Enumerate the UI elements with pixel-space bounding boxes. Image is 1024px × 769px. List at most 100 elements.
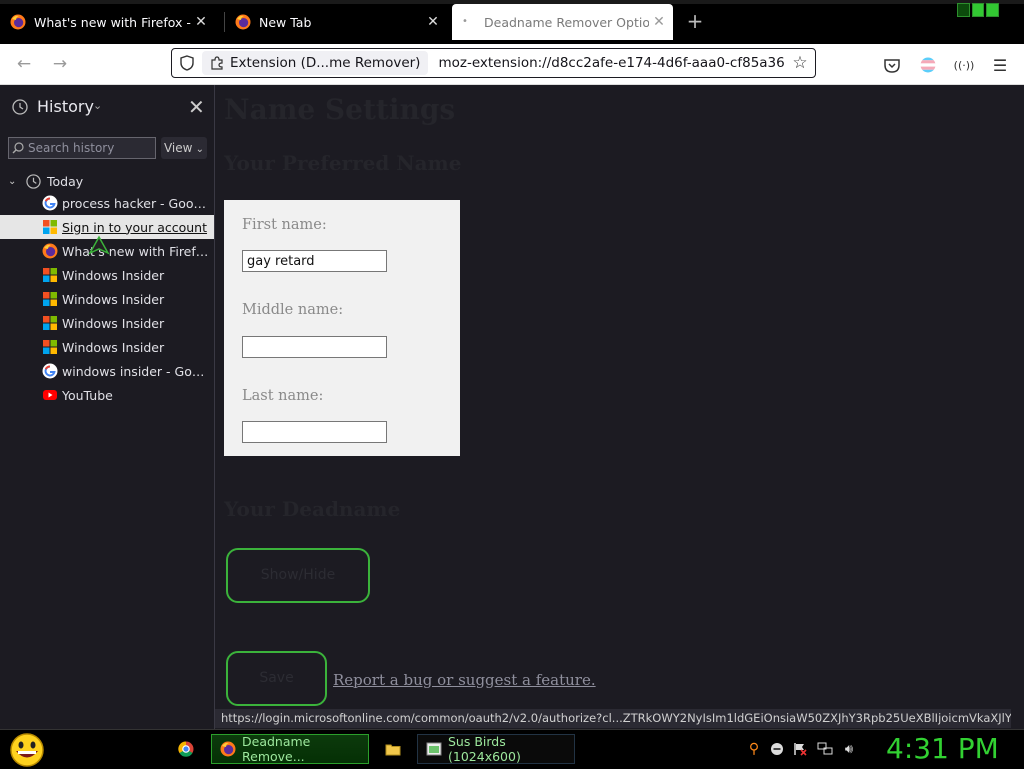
group-label: Today bbox=[47, 173, 84, 189]
window-controls[interactable] bbox=[957, 3, 1000, 19]
microsoft-icon bbox=[43, 220, 57, 234]
close-tab-icon[interactable]: ✕ bbox=[191, 14, 211, 30]
game-window-icon bbox=[426, 742, 442, 756]
hamburger-menu-icon[interactable]: ☰ bbox=[991, 56, 1009, 75]
new-tab-plus-icon[interactable]: + bbox=[684, 10, 706, 32]
history-item[interactable]: Windows Insider bbox=[0, 263, 214, 287]
back-arrow-icon[interactable]: ← bbox=[13, 54, 35, 74]
broadcast-extension-icon[interactable]: ((·)) bbox=[954, 56, 975, 74]
extension-identity-box[interactable]: Extension (D...me Remover) bbox=[202, 51, 429, 75]
history-item[interactable]: Windows Insider bbox=[0, 335, 214, 359]
network-tray-icon[interactable] bbox=[817, 741, 833, 757]
firefox-icon bbox=[220, 741, 236, 757]
history-item-label: process hacker - Google S... bbox=[62, 195, 210, 211]
puzzle-piece-icon bbox=[211, 56, 223, 70]
close-tab-icon[interactable]: ✕ bbox=[649, 14, 669, 30]
options-page: Name Settings Your Preferred Name First … bbox=[215, 85, 1024, 729]
microsoft-icon bbox=[43, 316, 57, 330]
maximize-button[interactable] bbox=[971, 3, 985, 17]
search-input[interactable] bbox=[28, 141, 152, 155]
microsoft-icon bbox=[43, 340, 57, 354]
microsoft-icon bbox=[43, 268, 57, 282]
url-text[interactable]: moz-extension://d8cc2afe-e174-4d6f-aaa0-… bbox=[438, 55, 785, 71]
history-item-label: What's new with Firefox - ... bbox=[62, 243, 210, 259]
search-icon bbox=[12, 142, 24, 154]
smiley-start-button-icon[interactable] bbox=[8, 732, 46, 768]
tab-firefox-whats-new[interactable]: What's new with Firefox - More ✕ bbox=[0, 4, 215, 40]
google-icon bbox=[42, 195, 58, 211]
report-bug-link[interactable]: Report a bug or suggest a feature. bbox=[333, 671, 596, 689]
flag-tray-icon[interactable] bbox=[792, 741, 808, 757]
chevron-down-icon[interactable]: ⌄ bbox=[8, 176, 20, 187]
chevron-down-icon: ⌄ bbox=[192, 144, 205, 155]
middle-name-field[interactable] bbox=[242, 336, 387, 358]
tab-deadname-remover-options[interactable]: • Deadname Remover Options ✕ bbox=[452, 4, 673, 40]
history-item[interactable]: process hacker - Google S... bbox=[0, 191, 214, 215]
minimize-button[interactable] bbox=[957, 3, 970, 17]
last-name-field[interactable] bbox=[242, 421, 387, 443]
preferred-name-form: First name: Middle name: Last name: bbox=[224, 200, 460, 456]
mouse-cursor-icon bbox=[88, 235, 110, 255]
page-title: Name Settings bbox=[224, 93, 456, 126]
view-dropdown-button[interactable]: View ⌄ bbox=[161, 137, 207, 159]
taskbar-sus-birds-button[interactable]: Sus Birds (1024x600) bbox=[417, 734, 575, 764]
history-item-label: Sign in to your account bbox=[62, 219, 208, 235]
history-sidebar: History ⌄ ✕ View ⌄ ⌄ Today process hacke… bbox=[0, 85, 215, 729]
show-hide-button[interactable]: Show/Hide bbox=[226, 548, 370, 603]
first-name-field[interactable] bbox=[242, 250, 387, 272]
tab-strip: What's new with Firefox - More ✕ New Tab… bbox=[0, 0, 1024, 44]
tab-title: What's new with Firefox - More bbox=[34, 14, 191, 30]
close-tab-icon[interactable]: ✕ bbox=[423, 14, 443, 30]
extension-dot-icon: • bbox=[462, 16, 468, 27]
save-button[interactable]: Save bbox=[226, 651, 327, 706]
volume-speaker-icon[interactable]: 🔊︎ bbox=[841, 741, 857, 757]
firefox-icon bbox=[42, 243, 58, 259]
close-window-button[interactable] bbox=[986, 3, 1000, 17]
tracking-protection-shield-icon[interactable] bbox=[172, 55, 202, 71]
taskbar-firefox-button[interactable]: Deadname Remove... bbox=[211, 734, 369, 764]
history-item[interactable]: Windows Insider bbox=[0, 287, 214, 311]
chevron-down-icon[interactable]: ⌄ bbox=[93, 99, 102, 112]
history-group-today[interactable]: ⌄ Today bbox=[0, 171, 214, 191]
first-name-label: First name: bbox=[242, 217, 327, 233]
sidebar-header: History ⌄ ✕ bbox=[0, 85, 214, 130]
deadname-heading: Your Deadname bbox=[224, 497, 401, 521]
tab-title: Deadname Remover Options bbox=[484, 14, 649, 30]
history-item-label: YouTube bbox=[62, 387, 113, 403]
taskbar: Deadname Remove... Sus Birds (1024x600) … bbox=[0, 729, 1024, 769]
history-item-label: Windows Insider bbox=[62, 267, 165, 283]
identity-label: Extension (D...me Remover) bbox=[230, 55, 421, 71]
google-icon bbox=[42, 363, 58, 379]
clock-icon bbox=[26, 173, 41, 189]
folder-icon[interactable] bbox=[385, 741, 401, 757]
chrome-icon[interactable] bbox=[178, 741, 194, 757]
taskbar-clock[interactable]: 4:31 PM bbox=[886, 732, 999, 765]
firefox-icon bbox=[10, 14, 26, 30]
firefox-icon bbox=[235, 14, 251, 30]
clock-icon bbox=[12, 99, 28, 115]
taskbar-label: Sus Birds (1024x600) bbox=[448, 734, 521, 764]
history-item[interactable]: YouTube bbox=[0, 383, 214, 407]
tab-title: New Tab bbox=[259, 14, 312, 30]
trans-flag-extension-icon[interactable] bbox=[919, 56, 937, 74]
taskbar-label: Deadname Remove... bbox=[242, 734, 311, 764]
history-item[interactable]: windows insider - Google ... bbox=[0, 359, 214, 383]
preferred-name-heading: Your Preferred Name bbox=[224, 151, 462, 175]
history-search-box[interactable] bbox=[8, 137, 156, 159]
history-item[interactable]: Windows Insider bbox=[0, 311, 214, 335]
view-label: View bbox=[163, 141, 193, 155]
link-status-url: https://login.microsoftonline.com/common… bbox=[215, 709, 1011, 728]
search-tray-icon[interactable]: ⚲ bbox=[746, 741, 762, 757]
pocket-icon[interactable] bbox=[883, 56, 901, 74]
minus-circle-tray-icon[interactable] bbox=[769, 741, 785, 757]
youtube-icon bbox=[43, 390, 57, 400]
close-icon[interactable]: ✕ bbox=[188, 95, 205, 119]
address-bar[interactable]: Extension (D...me Remover) moz-extension… bbox=[171, 48, 816, 78]
forward-arrow-icon[interactable]: → bbox=[49, 54, 71, 74]
last-name-label: Last name: bbox=[242, 388, 324, 404]
history-item-label: windows insider - Google ... bbox=[62, 363, 210, 379]
bookmark-star-icon[interactable]: ☆ bbox=[785, 53, 815, 73]
navigation-toolbar: ← → Extension (D...me Remover) moz-exten… bbox=[0, 44, 1024, 85]
sidebar-title[interactable]: History bbox=[37, 97, 94, 116]
tab-new-tab[interactable]: New Tab ✕ bbox=[225, 4, 447, 40]
